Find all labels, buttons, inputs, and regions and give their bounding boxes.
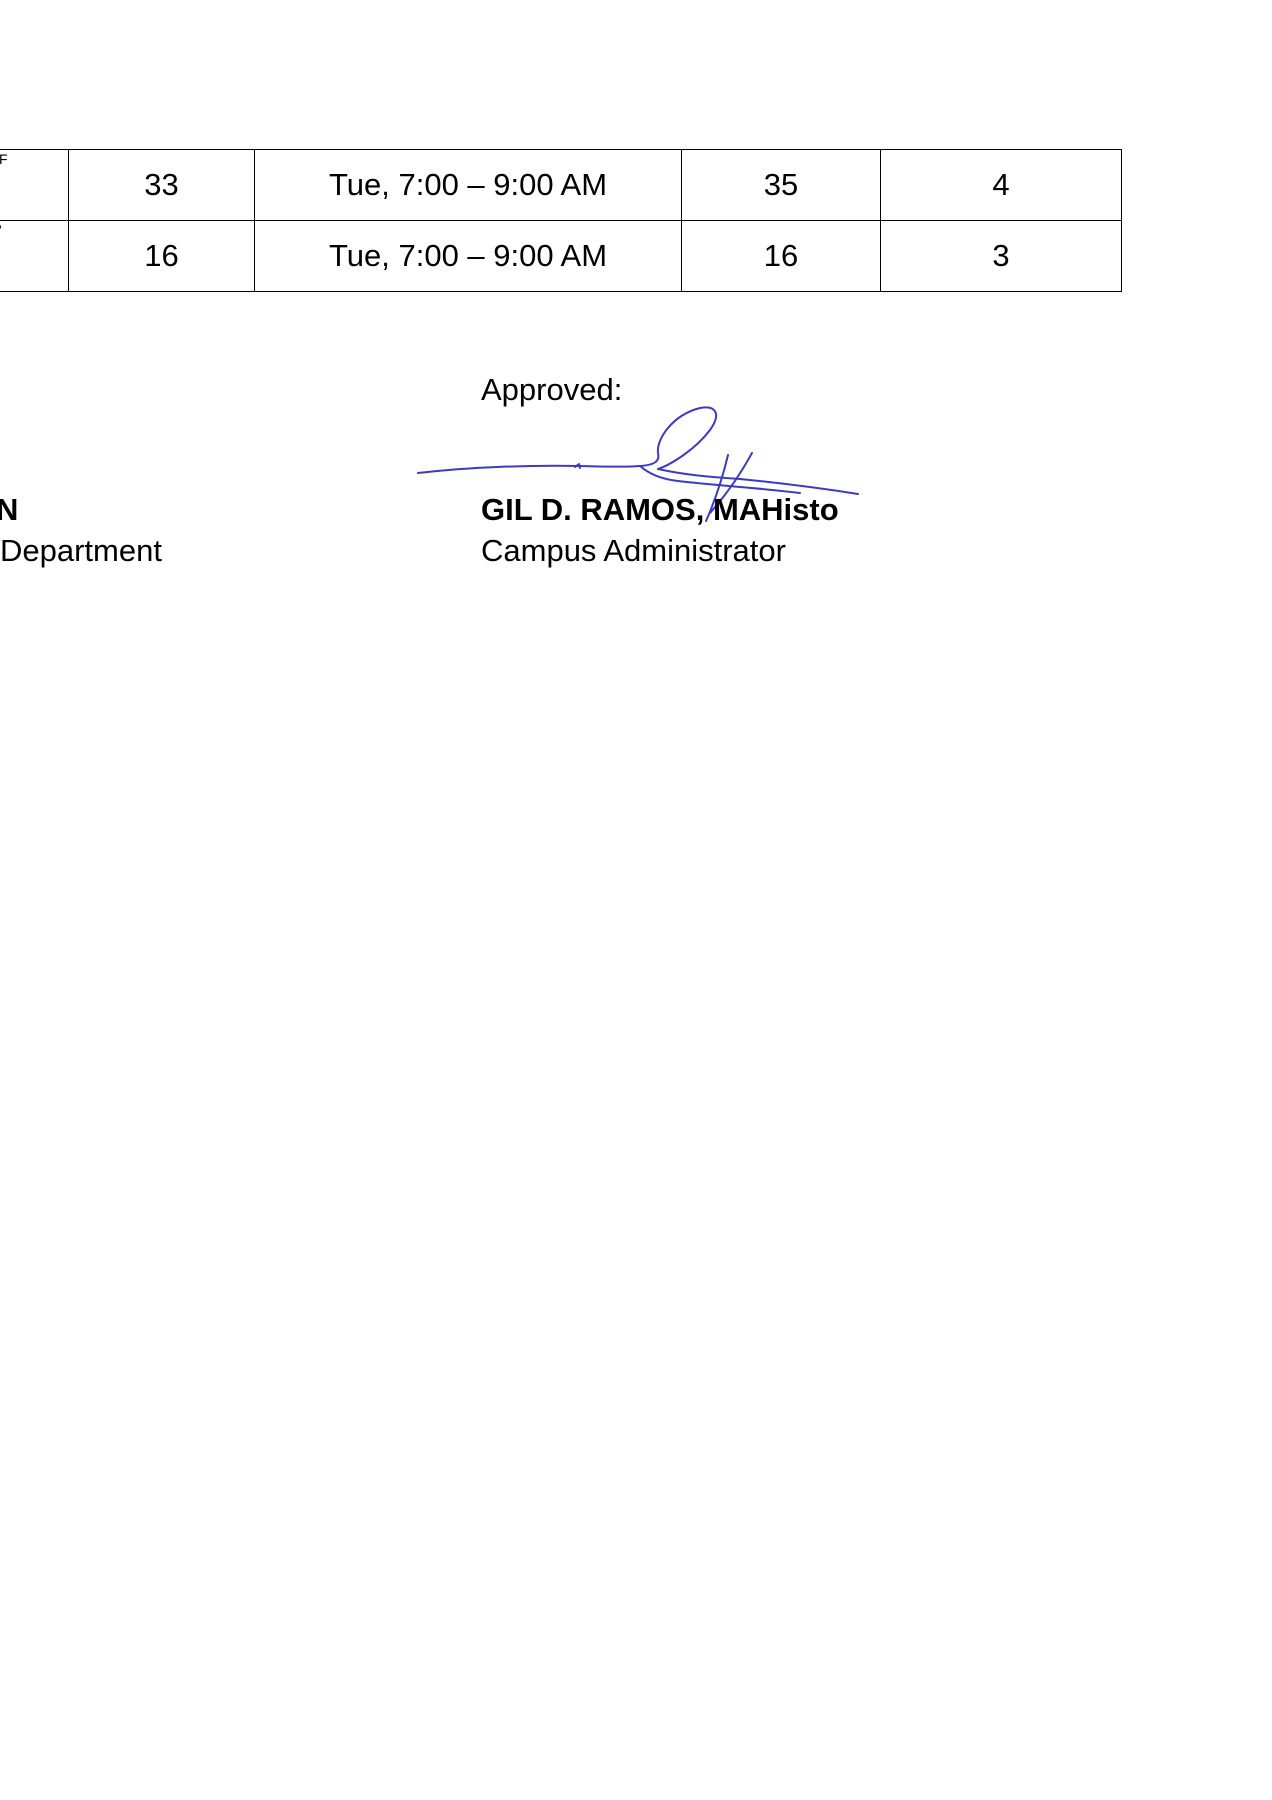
table-cell: 3 [880, 220, 1122, 292]
document-page: F 33 Tue, 7:00 – 9:00 AM 35 4 ' 16 Tue, … [0, 0, 1272, 1800]
table-cell: 33 [68, 149, 255, 221]
table-cell: 4 [880, 149, 1122, 221]
table-cell-truncated: F [0, 149, 69, 221]
schedule-table: F 33 Tue, 7:00 – 9:00 AM 35 4 ' 16 Tue, … [0, 149, 1122, 292]
left-signatory-name: N [0, 492, 19, 527]
right-signatory-title: Campus Administrator [481, 533, 786, 568]
table-row: ' 16 Tue, 7:00 – 9:00 AM 16 3 [0, 220, 1122, 292]
truncated-mark: ' [0, 223, 2, 237]
left-signatory-title: Department [0, 533, 162, 568]
truncated-mark: F [0, 151, 8, 167]
table-cell: 35 [681, 149, 881, 221]
table-cell-truncated: ' [0, 220, 69, 292]
table-cell: 16 [681, 220, 881, 292]
table-row: F 33 Tue, 7:00 – 9:00 AM 35 4 [0, 149, 1122, 221]
table-cell-schedule: Tue, 7:00 – 9:00 AM [254, 149, 682, 221]
right-signatory-name: GIL D. RAMOS, MAHisto [481, 492, 839, 527]
table-cell: 16 [68, 220, 255, 292]
table-cell-schedule: Tue, 7:00 – 9:00 AM [254, 220, 682, 292]
